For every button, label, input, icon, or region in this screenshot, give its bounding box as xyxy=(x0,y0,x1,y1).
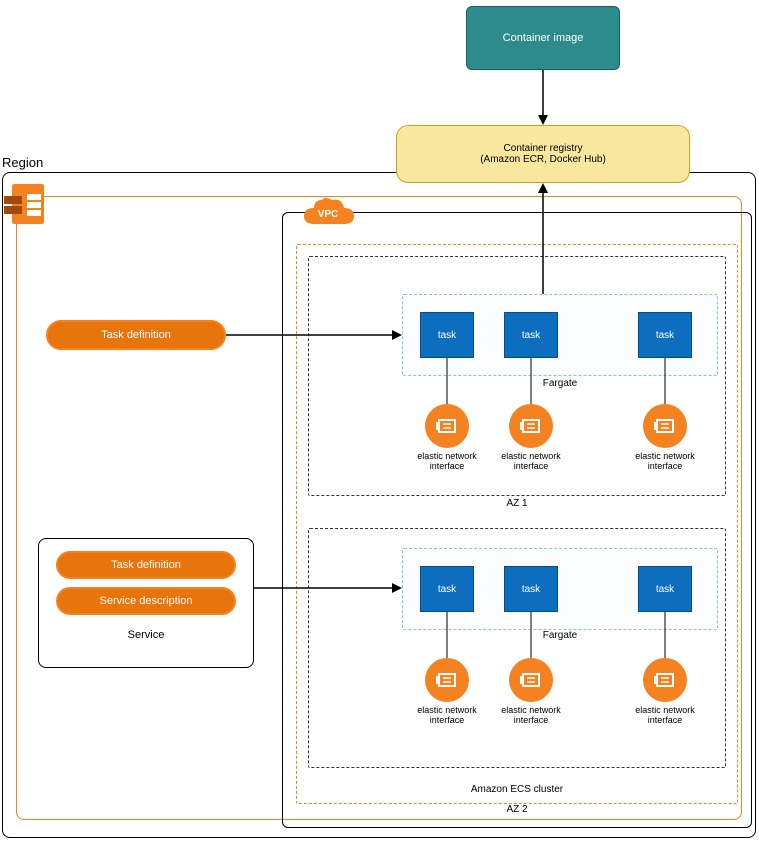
vpc-badge-icon: VPC xyxy=(300,198,356,228)
ecs-cluster-label: Amazon ECS cluster xyxy=(296,784,738,795)
az1-eni-2-label: elastic network interface xyxy=(486,452,576,472)
connector xyxy=(664,358,666,404)
fargate1-label: Fargate xyxy=(402,378,718,389)
task-definition-1: Task definition xyxy=(46,320,226,350)
az2-eni-3-label: elastic network interface xyxy=(620,706,710,726)
task-label: task xyxy=(656,330,674,341)
az2-eni-2-label: elastic network interface xyxy=(486,706,576,726)
az2-task-2: task xyxy=(504,566,558,612)
az2-eni-1-icon xyxy=(425,658,469,702)
service-task-definition: Task definition xyxy=(56,551,236,579)
connector xyxy=(530,612,532,658)
task-label: task xyxy=(656,584,674,595)
container-image-label: Container image xyxy=(503,32,584,44)
container-registry-subtitle: (Amazon ECR, Docker Hub) xyxy=(480,154,606,165)
ecs-service-icon xyxy=(4,180,52,228)
az1-task-1: task xyxy=(420,312,474,358)
arrow-fargate-to-registry xyxy=(540,183,550,294)
container-registry-title: Container registry xyxy=(504,143,583,154)
az1-eni-3-label: elastic network interface xyxy=(620,452,710,472)
az1-task-2: task xyxy=(504,312,558,358)
task-label: task xyxy=(438,330,456,341)
az2-eni-3-icon xyxy=(643,658,687,702)
az2-eni-2-icon xyxy=(509,658,553,702)
arrow-service-to-fargate xyxy=(254,581,402,595)
container-image-box: Container image xyxy=(466,6,620,70)
task-label: task xyxy=(438,584,456,595)
fargate2-label: Fargate xyxy=(402,630,718,641)
az1-eni-1-icon xyxy=(425,404,469,448)
az1-eni-2-icon xyxy=(509,404,553,448)
az1-label: AZ 1 xyxy=(308,498,726,509)
arrow-image-to-registry xyxy=(540,70,550,125)
region-label: Region xyxy=(2,155,43,170)
container-registry-box: Container registry (Amazon ECR, Docker H… xyxy=(396,125,690,183)
task-definition-label: Task definition xyxy=(101,329,171,341)
connector xyxy=(664,612,666,658)
task-label: task xyxy=(522,584,540,595)
az2-task-1: task xyxy=(420,566,474,612)
task-label: task xyxy=(522,330,540,341)
connector xyxy=(446,612,448,658)
service-task-def-label: Task definition xyxy=(111,559,181,571)
az2-eni-1-label: elastic network interface xyxy=(402,706,492,726)
service-description: Service description xyxy=(56,587,236,615)
arrow-taskdef1-to-fargate xyxy=(226,328,402,342)
service-description-label: Service description xyxy=(100,595,193,607)
az1-task-3: task xyxy=(638,312,692,358)
service-label: Service xyxy=(128,629,165,641)
az2-label: AZ 2 xyxy=(308,804,726,815)
service-box: Task definition Service description Serv… xyxy=(38,538,254,668)
az1-eni-1-label: elastic network interface xyxy=(402,452,492,472)
connector xyxy=(530,358,532,404)
svg-text:VPC: VPC xyxy=(318,209,339,220)
connector xyxy=(446,358,448,404)
az2-task-3: task xyxy=(638,566,692,612)
az1-eni-3-icon xyxy=(643,404,687,448)
